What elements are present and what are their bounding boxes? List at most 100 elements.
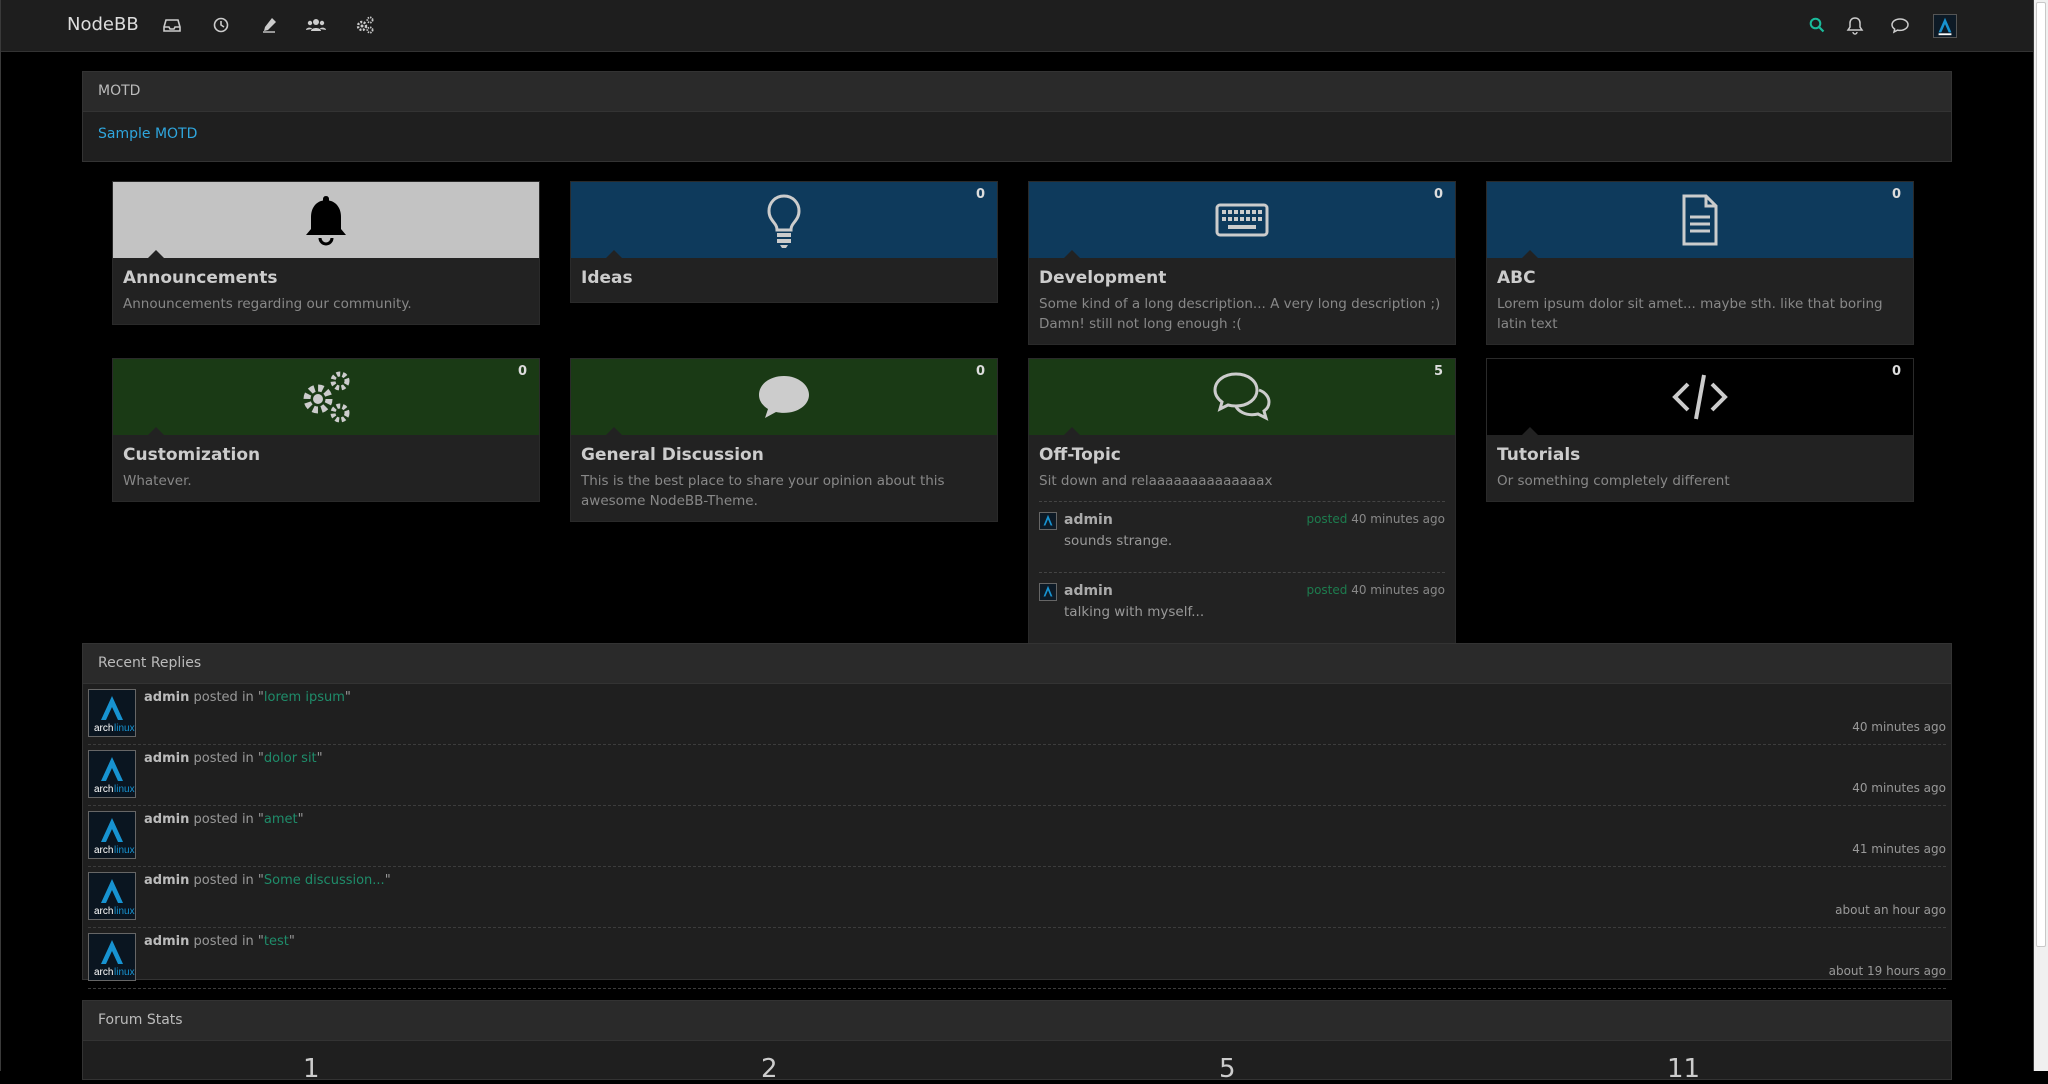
category-post-count: 0 (1433, 187, 1443, 202)
category-tile-ideas[interactable]: 0 Ideas (570, 181, 998, 303)
posted-in-label: posted in (193, 812, 254, 827)
pen-icon[interactable] (259, 15, 279, 35)
recent-reply-row: arch linux admin posted in "amet" 41 minu… (88, 806, 1946, 867)
svg-text:arch: arch (94, 784, 113, 795)
category-recent-reply[interactable]: admin sounds strange. posted 40 minutes … (1039, 501, 1445, 572)
category-tile-announcements[interactable]: Announcements Announcements regarding our… (112, 181, 540, 325)
category-post-count: 0 (1891, 364, 1901, 379)
user-avatar[interactable] (1933, 14, 1957, 38)
reply-username[interactable]: admin (144, 873, 189, 888)
topic-link[interactable]: amet (264, 812, 298, 827)
category-tile-off-topic[interactable]: 5 Off-Topic Sit down and relaaaaaaaaaaaaa… (1028, 358, 1456, 644)
bell-icon[interactable] (1845, 15, 1865, 35)
reply-time: 40 minutes ago (1351, 512, 1445, 526)
avatar[interactable]: arch linux (88, 872, 136, 920)
users-icon[interactable] (306, 15, 326, 35)
avatar[interactable]: arch linux (88, 933, 136, 981)
category-title[interactable]: General Discussion (581, 445, 987, 465)
svg-text:linux: linux (114, 906, 135, 917)
category-banner[interactable]: 0 (113, 359, 539, 436)
stat-value: 1 (303, 1054, 320, 1084)
scrollbar-thumb[interactable] (2036, 2, 2046, 947)
category-title[interactable]: Development (1039, 268, 1445, 288)
category-tile-development[interactable]: 0 Development Some kind of a long descrip… (1028, 181, 1456, 345)
comments-icon (1212, 367, 1272, 427)
svg-text:arch: arch (94, 906, 113, 917)
category-post-count: 0 (975, 364, 985, 379)
tile-pointer (1063, 250, 1081, 259)
avatar[interactable] (1039, 512, 1057, 530)
topic-link[interactable]: test (264, 934, 289, 949)
brand-logo[interactable]: NodeBB (67, 14, 139, 35)
comment-icon (754, 367, 814, 427)
cogs-icon[interactable] (355, 15, 375, 35)
reply-username[interactable]: admin (144, 690, 189, 705)
svg-text:linux: linux (114, 845, 135, 856)
posted-in-label: posted in (193, 873, 254, 888)
motd-text[interactable]: Sample MOTD (83, 112, 1951, 156)
topic-link[interactable]: dolor sit (264, 751, 317, 766)
reply-timestamp: about 19 hours ago (1828, 964, 1946, 978)
avatar[interactable]: arch linux (88, 811, 136, 859)
reply-timestamp: 40 minutes ago (1852, 720, 1946, 734)
posted-in-label: posted in (193, 751, 254, 766)
tile-pointer (605, 427, 623, 436)
category-tile-general-discussion[interactable]: 0 General Discussion This is the best pla… (570, 358, 998, 522)
reply-timestamp: about an hour ago (1835, 903, 1946, 917)
reply-username[interactable]: admin (144, 934, 189, 949)
recent-replies-panel: Recent Replies arch linux admin posted in… (82, 643, 1952, 989)
motd-heading: MOTD (83, 72, 1951, 112)
svg-text:arch: arch (94, 967, 113, 978)
category-tile-customization[interactable]: 0 Customization Whatever. (112, 358, 540, 502)
recent-replies-heading: Recent Replies (83, 644, 1951, 684)
category-title[interactable]: Customization (123, 445, 529, 465)
reply-username[interactable]: admin (1064, 583, 1113, 599)
category-banner[interactable]: 0 (1487, 182, 1913, 259)
category-title[interactable]: Announcements (123, 268, 529, 288)
reply-username[interactable]: admin (144, 812, 189, 827)
category-banner[interactable]: 0 (571, 359, 997, 436)
category-title[interactable]: Tutorials (1497, 445, 1903, 465)
top-navbar: NodeBB (1, 0, 2033, 52)
avatar[interactable]: arch linux (88, 750, 136, 798)
inbox-icon[interactable] (162, 15, 182, 35)
category-banner[interactable] (113, 182, 539, 259)
category-title[interactable]: ABC (1497, 268, 1903, 288)
topic-link[interactable]: lorem ipsum (264, 690, 345, 705)
avatar[interactable] (1039, 583, 1057, 601)
category-title[interactable]: Ideas (581, 268, 987, 288)
clock-icon[interactable] (211, 15, 231, 35)
reply-timestamp: posted 40 minutes ago (1306, 583, 1445, 597)
reply-username[interactable]: admin (1064, 512, 1113, 528)
category-title[interactable]: Off-Topic (1039, 445, 1445, 465)
reply-summary: admin posted in "Some discussion..." (144, 873, 391, 888)
reply-username[interactable]: admin (144, 751, 189, 766)
category-post-count: 5 (1433, 364, 1443, 379)
document-icon (1670, 190, 1730, 250)
category-banner[interactable]: 0 (1487, 359, 1913, 436)
category-banner[interactable]: 0 (1029, 182, 1455, 259)
code-icon (1670, 367, 1730, 427)
avatar[interactable]: arch linux (88, 689, 136, 737)
tile-pointer (1063, 427, 1081, 436)
category-tile-tutorials[interactable]: 0 Tutorials Or something completely diffe… (1486, 358, 1914, 502)
reply-timestamp: posted 40 minutes ago (1306, 512, 1445, 526)
category-recent-reply[interactable]: admin talking with myself... posted 40 m… (1039, 572, 1445, 643)
search-icon[interactable] (1807, 15, 1827, 35)
category-post-count: 0 (1891, 187, 1901, 202)
topic-link[interactable]: Some discussion... (264, 873, 385, 888)
svg-text:linux: linux (114, 784, 135, 795)
recent-reply-row: arch linux admin posted in "dolor sit" 40… (88, 745, 1946, 806)
chat-icon[interactable] (1890, 15, 1910, 35)
category-banner[interactable]: 0 (571, 182, 997, 259)
tile-pointer (147, 250, 165, 259)
category-banner[interactable]: 5 (1029, 359, 1455, 436)
category-tile-abc[interactable]: 0 ABC Lorem ipsum dolor sit amet... maybe… (1486, 181, 1914, 345)
lightbulb-icon (754, 190, 814, 250)
svg-text:linux: linux (114, 967, 135, 978)
category-description: Or something completely different (1497, 473, 1730, 489)
category-post-count: 0 (975, 187, 985, 202)
bell-icon (296, 190, 356, 250)
recent-replies-list: arch linux admin posted in "lorem ipsum" … (83, 684, 1951, 989)
tile-pointer (605, 250, 623, 259)
